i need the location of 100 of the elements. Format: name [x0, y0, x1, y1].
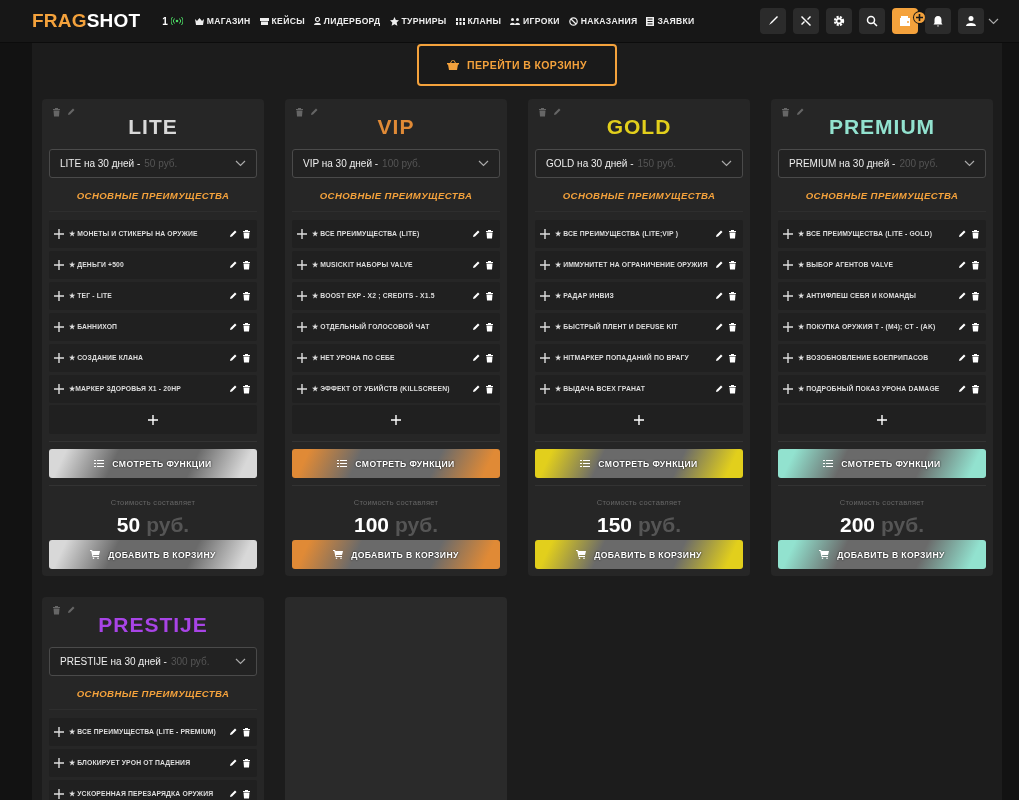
pencil-icon[interactable] — [472, 260, 481, 269]
pencil-icon[interactable] — [229, 384, 238, 393]
plus-icon[interactable] — [297, 260, 307, 270]
trash-icon[interactable] — [242, 758, 251, 768]
tools-button[interactable] — [793, 8, 819, 34]
site-logo[interactable]: FRAGSHOT — [32, 10, 141, 32]
pencil-icon[interactable] — [472, 384, 481, 393]
pencil-icon[interactable] — [958, 229, 967, 238]
plus-icon[interactable] — [297, 229, 307, 239]
pencil-icon[interactable] — [958, 291, 967, 300]
plus-icon[interactable] — [540, 291, 550, 301]
user-button[interactable] — [958, 8, 984, 34]
plus-icon[interactable] — [54, 291, 64, 301]
plus-icon[interactable] — [54, 727, 64, 737]
pencil-icon[interactable] — [229, 353, 238, 362]
plus-icon[interactable] — [297, 322, 307, 332]
plus-icon[interactable] — [783, 353, 793, 363]
add-to-cart-button[interactable]: ДОБАВИТЬ В КОРЗИНУ — [49, 540, 257, 569]
trash-icon[interactable] — [242, 322, 251, 332]
trash-icon[interactable] — [728, 291, 737, 301]
pencil-icon[interactable] — [472, 291, 481, 300]
plus-icon[interactable] — [54, 229, 64, 239]
trash-icon[interactable] — [971, 291, 980, 301]
plus-icon[interactable] — [54, 384, 64, 394]
pencil-icon[interactable] — [715, 353, 724, 362]
pencil-icon[interactable] — [229, 291, 238, 300]
trash-icon[interactable] — [971, 353, 980, 363]
trash-icon[interactable] — [728, 229, 737, 239]
plus-icon[interactable] — [540, 229, 550, 239]
trash-icon[interactable] — [728, 353, 737, 363]
nav-link[interactable]: НАКАЗАНИЯ — [568, 16, 638, 26]
pencil-icon[interactable] — [229, 758, 238, 767]
trash-icon[interactable] — [728, 322, 737, 332]
nav-link[interactable]: ТУРНИРЫ — [389, 16, 447, 26]
plus-icon[interactable] — [783, 322, 793, 332]
plus-icon[interactable] — [297, 353, 307, 363]
plus-icon[interactable] — [540, 322, 550, 332]
pencil-icon[interactable] — [229, 260, 238, 269]
view-features-button[interactable]: СМОТРЕТЬ ФУНКЦИИ — [49, 449, 257, 478]
plus-icon[interactable] — [783, 260, 793, 270]
bell-button[interactable] — [925, 8, 951, 34]
pencil-icon[interactable] — [229, 789, 238, 798]
plus-icon[interactable] — [783, 291, 793, 301]
pencil-icon[interactable] — [715, 291, 724, 300]
pencil-icon[interactable] — [958, 260, 967, 269]
view-features-button[interactable]: СМОТРЕТЬ ФУНКЦИИ — [292, 449, 500, 478]
trash-icon[interactable] — [971, 322, 980, 332]
trash-icon[interactable] — [485, 291, 494, 301]
plus-icon[interactable] — [54, 789, 64, 799]
nav-link[interactable]: ИГРОКИ — [510, 16, 560, 26]
pencil-icon[interactable] — [229, 229, 238, 238]
trash-icon[interactable] — [242, 384, 251, 394]
plus-icon[interactable] — [54, 353, 64, 363]
trash-icon[interactable] — [242, 229, 251, 239]
trash-icon[interactable] — [971, 260, 980, 270]
go-to-cart-button[interactable]: ПЕРЕЙТИ В КОРЗИНУ — [417, 44, 617, 86]
plus-icon[interactable] — [54, 758, 64, 768]
trash-icon[interactable] — [971, 229, 980, 239]
nav-link[interactable]: КЕЙСЫ — [259, 16, 305, 26]
trash-icon[interactable] — [728, 260, 737, 270]
nav-link[interactable]: КЛАНЫ — [455, 16, 502, 26]
add-to-cart-button[interactable]: ДОБАВИТЬ В КОРЗИНУ — [535, 540, 743, 569]
nav-link[interactable]: ЗАЯВКИ — [646, 16, 695, 26]
plus-icon[interactable] — [54, 322, 64, 332]
pencil-icon[interactable] — [958, 322, 967, 331]
pencil-icon[interactable] — [958, 384, 967, 393]
view-features-button[interactable]: СМОТРЕТЬ ФУНКЦИИ — [535, 449, 743, 478]
pencil-icon[interactable] — [715, 384, 724, 393]
nav-link[interactable]: МАГАЗИН — [194, 16, 251, 26]
trash-icon[interactable] — [242, 727, 251, 737]
pencil-icon[interactable] — [715, 229, 724, 238]
trash-icon[interactable] — [485, 322, 494, 332]
plus-icon[interactable] — [297, 384, 307, 394]
add-to-cart-button[interactable]: ДОБАВИТЬ В КОРЗИНУ — [292, 540, 500, 569]
plus-icon[interactable] — [783, 229, 793, 239]
pencil-icon[interactable] — [472, 229, 481, 238]
view-features-button[interactable]: СМОТРЕТЬ ФУНКЦИИ — [778, 449, 986, 478]
plus-icon[interactable] — [540, 353, 550, 363]
pencil-icon[interactable] — [715, 322, 724, 331]
settings-button[interactable] — [826, 8, 852, 34]
trash-icon[interactable] — [242, 353, 251, 363]
trash-icon[interactable] — [485, 353, 494, 363]
pencil-icon[interactable] — [472, 353, 481, 362]
wallet-button[interactable] — [892, 8, 918, 34]
pencil-icon[interactable] — [715, 260, 724, 269]
plus-icon[interactable] — [54, 260, 64, 270]
chevron-icon[interactable] — [988, 17, 999, 25]
trash-icon[interactable] — [728, 384, 737, 394]
brush-button[interactable] — [760, 8, 786, 34]
plus-icon[interactable] — [540, 384, 550, 394]
trash-icon[interactable] — [242, 291, 251, 301]
nav-link[interactable]: ЛИДЕРБОРД — [313, 16, 381, 26]
trash-icon[interactable] — [971, 384, 980, 394]
trash-icon[interactable] — [485, 384, 494, 394]
pencil-icon[interactable] — [472, 322, 481, 331]
trash-icon[interactable] — [485, 229, 494, 239]
trash-icon[interactable] — [242, 260, 251, 270]
plus-icon[interactable] — [540, 260, 550, 270]
trash-icon[interactable] — [485, 260, 494, 270]
plus-icon[interactable] — [297, 291, 307, 301]
